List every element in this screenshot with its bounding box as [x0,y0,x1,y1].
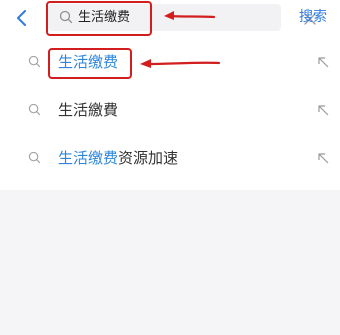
search-icon [28,55,41,68]
suggestion-match-text: 生活缴费 [58,149,119,167]
suggestion-label: 生活繳費 [58,100,118,120]
annotation-arrow-icon [164,11,216,20]
annotation-box-first-suggestion [48,48,132,79]
suggestion-label: 生活缴费资源加速 [58,148,178,168]
search-icon [28,151,41,164]
annotation-box-search-field [46,1,152,36]
suggestion-rest-text: 资源加速 [118,149,179,167]
suggestion-rest-text: 生活繳費 [58,101,119,119]
suggestion-item[interactable]: 生活缴费资源加速 [0,134,340,182]
chevron-left-icon [17,10,26,26]
arrow-up-left-icon[interactable] [317,56,329,68]
search-button[interactable]: 搜索 [299,7,327,27]
list-bottom-spacer [0,182,340,190]
search-page: 生活缴费 搜索 生活缴费 生活繳費 生活缴费资源加速 [0,0,340,335]
search-icon [28,103,41,116]
suggestion-item[interactable]: 生活繳費 [0,86,340,134]
arrow-up-left-icon[interactable] [317,104,329,116]
back-button[interactable] [10,6,34,30]
annotation-arrow-icon [140,59,221,68]
arrow-up-left-icon[interactable] [317,152,329,164]
